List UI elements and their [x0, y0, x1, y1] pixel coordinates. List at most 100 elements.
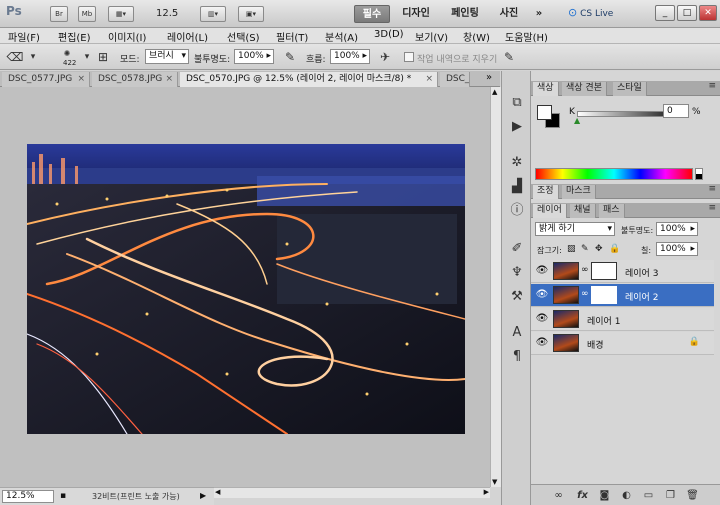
screen-mode-icon[interactable]: ▣▾: [238, 6, 264, 22]
tool-preset-dropdown-icon[interactable]: ▾: [24, 48, 42, 66]
document-tab[interactable]: DSC_: [440, 72, 470, 87]
pressure-opacity-icon[interactable]: ✎: [281, 48, 299, 66]
status-zoom-field[interactable]: 12.5%: [2, 490, 54, 503]
lock-image-pixels-icon[interactable]: ✎: [581, 244, 589, 254]
scroll-up-icon[interactable]: ▲: [492, 88, 497, 96]
zoom-level-menu[interactable]: 12.5: [156, 8, 178, 19]
layer-style-icon[interactable]: fx: [575, 488, 590, 503]
close-tab-icon[interactable]: ×: [77, 72, 85, 86]
black-white-ramp[interactable]: [695, 168, 703, 180]
menu-help[interactable]: 도움말(H): [505, 29, 548, 44]
document-tab[interactable]: DSC_0578.JPG ×: [92, 72, 178, 87]
info-panel-icon[interactable]: ⓘ: [507, 201, 527, 221]
mode-select[interactable]: 브러시 ▾: [145, 49, 189, 64]
panel-menu-icon[interactable]: ≡: [708, 184, 716, 194]
layer-row[interactable]: 👁 레이어 1: [531, 308, 714, 331]
tab-layers[interactable]: 레이어: [533, 204, 567, 218]
menu-filter[interactable]: 필터(T): [276, 29, 308, 44]
flow-field[interactable]: 100% ▸: [330, 49, 370, 64]
view-extras-icon[interactable]: ▦▾: [108, 6, 134, 22]
delete-layer-icon[interactable]: 🗑: [685, 488, 700, 503]
tab-adjustments[interactable]: 조정: [533, 185, 559, 199]
document-tab[interactable]: DSC_0577.JPG ×: [2, 72, 90, 87]
layer-row[interactable]: 👁 배경 🔒: [531, 332, 714, 355]
night-highway-photo[interactable]: [27, 144, 465, 434]
close-button[interactable]: ✕: [699, 5, 717, 21]
k-channel-value[interactable]: 0: [663, 104, 689, 118]
layer-row-selected[interactable]: 👁 ∞ 레이어 2: [531, 284, 714, 307]
panel-menu-icon[interactable]: ≡: [708, 81, 716, 91]
workspace-design[interactable]: 디자인: [396, 5, 436, 23]
erase-history-checkbox[interactable]: [404, 52, 414, 62]
history-panel-icon[interactable]: ⧉: [507, 93, 527, 113]
foreground-color-swatch[interactable]: [537, 105, 552, 120]
close-tab-icon[interactable]: ×: [425, 72, 433, 86]
restore-button[interactable]: □: [677, 5, 697, 21]
slider-handle-icon[interactable]: ▲: [574, 116, 580, 125]
workspace-essentials[interactable]: 필수: [354, 5, 390, 23]
minimize-button[interactable]: _: [655, 5, 675, 21]
arrange-documents-icon[interactable]: ▥▾: [200, 6, 226, 22]
menu-window[interactable]: 창(W): [463, 29, 490, 44]
clone-source-panel-icon[interactable]: ♆: [507, 263, 527, 283]
layer-fill-field[interactable]: 100% ▸: [656, 242, 698, 256]
scroll-down-icon[interactable]: ▼: [492, 478, 497, 486]
document-canvas[interactable]: [0, 87, 490, 487]
opacity-field[interactable]: 100% ▸: [234, 49, 274, 64]
actions-panel-icon[interactable]: ▶: [507, 117, 527, 137]
menu-analysis[interactable]: 분석(A): [325, 29, 358, 44]
menu-image[interactable]: 이미지(I): [108, 29, 146, 44]
histogram-panel-icon[interactable]: ▟: [507, 177, 527, 197]
panel-menu-icon[interactable]: ≡: [708, 203, 716, 213]
eraser-tool-icon[interactable]: ⌫: [6, 48, 24, 66]
menu-3d[interactable]: 3D(D): [374, 29, 404, 40]
add-mask-icon[interactable]: ◙: [597, 488, 612, 503]
visibility-eye-icon[interactable]: 👁: [535, 289, 549, 301]
layer-mask-thumbnail[interactable]: [591, 286, 617, 304]
workspace-painting[interactable]: 페인팅: [444, 5, 486, 23]
color-spectrum-bar[interactable]: [535, 168, 693, 180]
airbrush-icon[interactable]: ✈: [376, 48, 394, 66]
vertical-scrollbar[interactable]: ▲ ▼: [490, 87, 501, 487]
tab-channels[interactable]: 채널: [570, 204, 596, 218]
menu-layer[interactable]: 레이어(L): [167, 29, 208, 44]
scroll-left-icon[interactable]: ◀: [215, 488, 220, 496]
horizontal-scrollbar[interactable]: ◀ ▶: [214, 487, 490, 498]
visibility-eye-icon[interactable]: 👁: [535, 313, 549, 325]
tab-masks[interactable]: 마스크: [562, 185, 596, 199]
menu-view[interactable]: 보기(V): [415, 29, 448, 44]
adjustment-layer-icon[interactable]: ◐: [619, 488, 634, 503]
scroll-right-icon[interactable]: ▶: [484, 488, 489, 496]
brush-panel-icon[interactable]: ✐: [507, 239, 527, 259]
close-tab-icon[interactable]: ×: [165, 72, 173, 86]
visibility-eye-icon[interactable]: 👁: [535, 265, 549, 277]
character-panel-icon[interactable]: A: [507, 323, 527, 343]
document-tab-active[interactable]: DSC_0570.JPG @ 12.5% (레이어 2, 레이어 마스크/8) …: [180, 72, 438, 87]
layer-opacity-field[interactable]: 100% ▸: [656, 222, 698, 236]
status-menu-arrow-icon[interactable]: ▶: [200, 491, 206, 500]
workspace-photography[interactable]: 사진: [494, 5, 524, 23]
cs-live-button[interactable]: ⊙ CS Live: [568, 6, 613, 22]
tool-presets-panel-icon[interactable]: ⚒: [507, 287, 527, 307]
bridge-button[interactable]: Br: [50, 6, 68, 22]
new-group-icon[interactable]: ▭: [641, 488, 656, 503]
navigator-panel-icon[interactable]: ✲: [507, 153, 527, 173]
mask-link-icon[interactable]: ∞: [581, 289, 589, 299]
tab-paths[interactable]: 패스: [599, 204, 625, 218]
status-info-icon[interactable]: ▪: [60, 491, 66, 501]
lock-position-icon[interactable]: ✥: [595, 244, 603, 254]
menu-file[interactable]: 파일(F): [8, 29, 40, 44]
lock-all-icon[interactable]: 🔒: [609, 244, 620, 254]
mask-link-icon[interactable]: ∞: [581, 265, 589, 275]
tab-styles[interactable]: 스타일: [613, 82, 647, 96]
layer-mask-thumbnail[interactable]: [591, 262, 617, 280]
layer-row[interactable]: 👁 ∞ 레이어 3: [531, 260, 714, 283]
mini-bridge-button[interactable]: Mb: [78, 6, 96, 22]
menu-select[interactable]: 선택(S): [227, 29, 260, 44]
new-layer-icon[interactable]: ❐: [663, 488, 678, 503]
tab-swatches[interactable]: 색상 견본: [562, 82, 607, 96]
blend-mode-select[interactable]: 밝게 하기 ▾: [535, 222, 615, 236]
link-layers-icon[interactable]: ∞: [551, 488, 566, 503]
paragraph-panel-icon[interactable]: ¶: [507, 347, 527, 367]
menu-edit[interactable]: 편집(E): [58, 29, 91, 44]
